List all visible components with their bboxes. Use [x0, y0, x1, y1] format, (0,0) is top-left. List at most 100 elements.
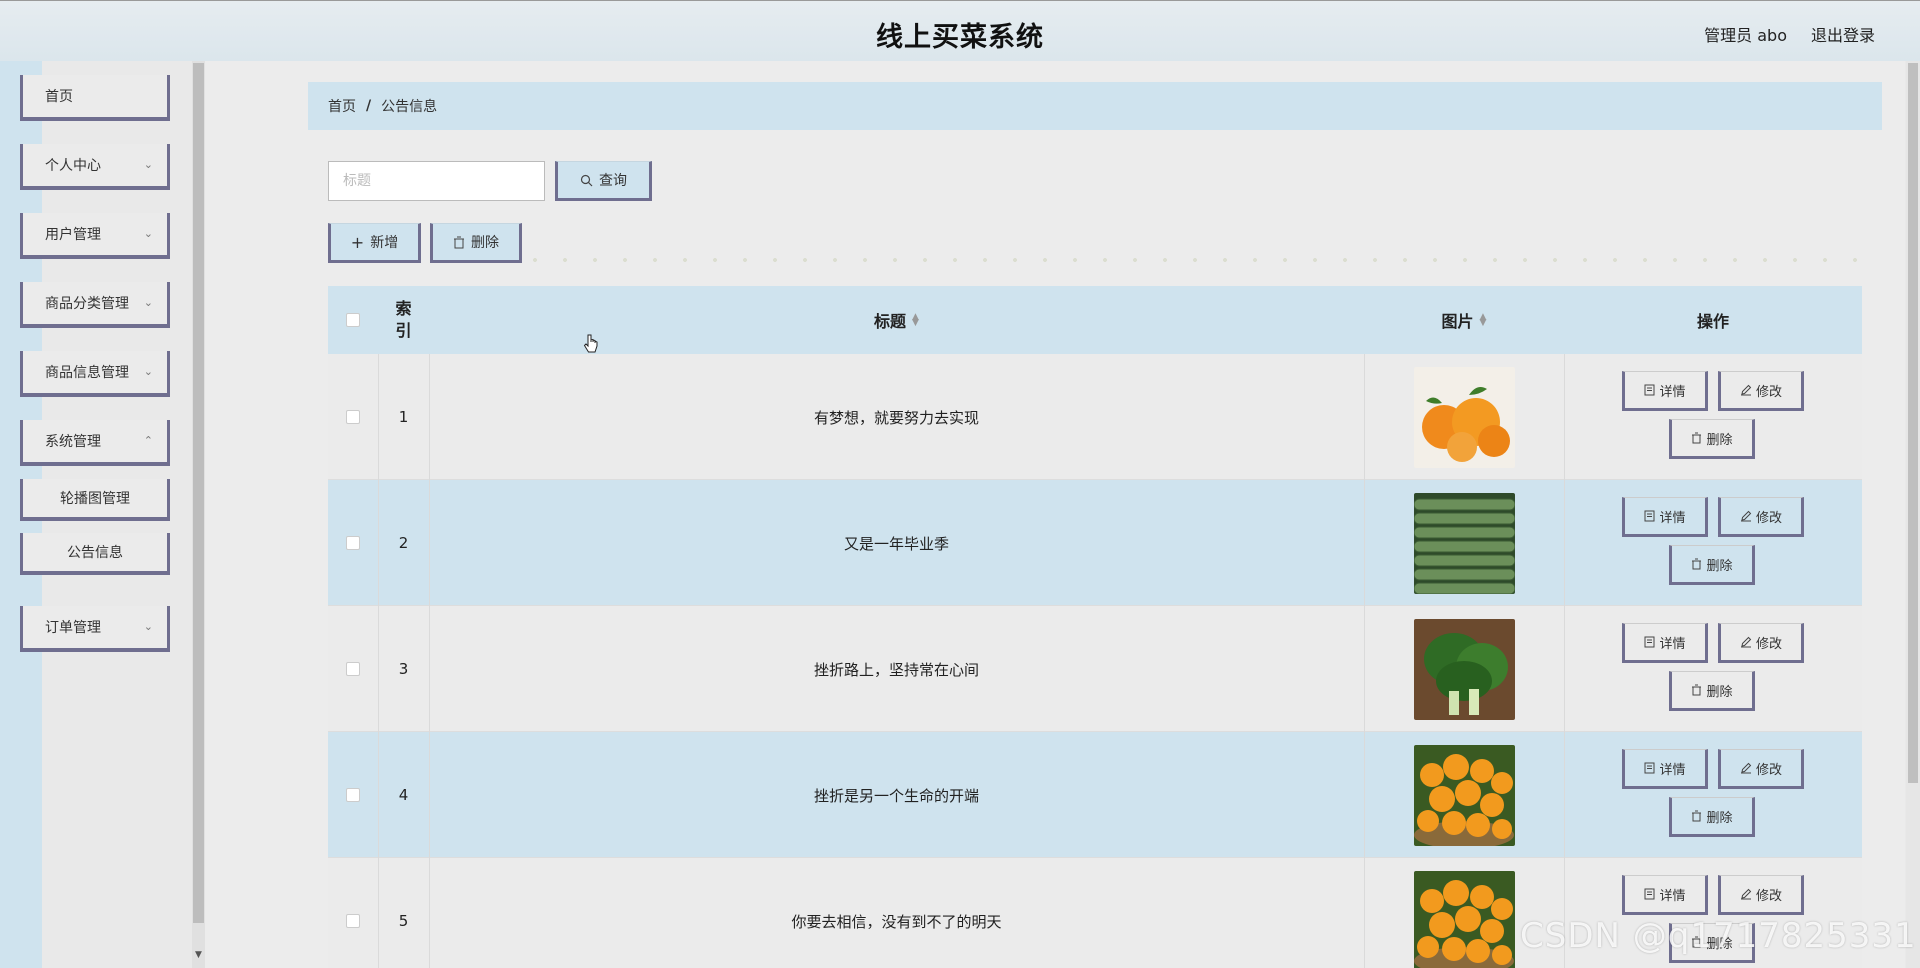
app-title: 线上买菜系统 — [876, 22, 1044, 53]
announcement-table: 索引 标题 ▲ ▼ 图片 ▲ ▼ 操作 1 有梦想，就要努力去实现 详情 修改 … — [328, 286, 1862, 968]
orange-basket-icon[interactable] — [1413, 744, 1515, 846]
sidebar-item-label: 用户管理 — [45, 227, 101, 243]
sidebar-subitem-announcements[interactable]: 公告信息 — [20, 533, 170, 575]
sidebar-item-user-management[interactable]: 用户管理 ⌄ — [20, 213, 170, 259]
bulk-delete-label: 删除 — [471, 235, 499, 251]
row-title: 又是一年毕业季 — [843, 534, 949, 553]
column-header-title[interactable]: 标题 ▲ ▼ — [429, 286, 1364, 354]
watermark: CSDN @q1717825331 — [1520, 916, 1917, 956]
detail-button-label: 详情 — [1659, 762, 1686, 778]
row-delete-label: 删除 — [1706, 684, 1733, 700]
chevron-down-icon: ⌄ — [143, 620, 153, 633]
query-button[interactable]: 查询 — [555, 161, 652, 201]
edit-button[interactable]: 修改 — [1718, 371, 1804, 411]
cucumbers-icon[interactable] — [1413, 492, 1515, 594]
breadcrumb-home[interactable]: 首页 — [328, 96, 356, 116]
row-index: 3 — [398, 660, 409, 678]
row-delete-button[interactable]: 删除 — [1669, 419, 1755, 459]
row-delete-label: 删除 — [1706, 432, 1733, 448]
sidebar-item-product-management[interactable]: 商品信息管理 ⌄ — [20, 351, 170, 397]
greens-icon[interactable] — [1413, 618, 1515, 720]
sidebar-item-label: 个人中心 — [45, 158, 101, 174]
row-checkbox[interactable] — [346, 536, 360, 550]
decorative-dots — [520, 257, 1880, 263]
detail-button[interactable]: 详情 — [1622, 749, 1708, 789]
column-header-index: 索引 — [395, 299, 412, 340]
sort-icon[interactable]: ▲ ▼ — [1480, 313, 1487, 328]
query-button-label: 查询 — [599, 173, 627, 189]
row-image-cell — [1364, 354, 1564, 480]
breadcrumb-separator: / — [366, 98, 372, 114]
row-checkbox[interactable] — [346, 788, 360, 802]
pencil-icon — [1740, 762, 1752, 774]
row-checkbox[interactable] — [346, 662, 360, 676]
oranges-icon[interactable] — [1413, 366, 1515, 468]
sidebar-item-label: 首页 — [45, 89, 73, 105]
row-image-cell — [1364, 732, 1564, 858]
sidebar-item-personal-center[interactable]: 个人中心 ⌄ — [20, 144, 170, 190]
edit-button[interactable]: 修改 — [1718, 749, 1804, 789]
trash-icon — [1692, 684, 1702, 696]
edit-button[interactable]: 修改 — [1718, 497, 1804, 537]
document-icon — [1644, 762, 1655, 774]
add-button[interactable]: + 新增 — [328, 223, 421, 263]
detail-button-label: 详情 — [1659, 888, 1686, 904]
row-image-cell — [1364, 606, 1564, 732]
row-delete-button[interactable]: 删除 — [1669, 671, 1755, 711]
plus-icon: + — [350, 232, 365, 252]
table-row: 1 有梦想，就要努力去实现 详情 修改 删除 — [328, 354, 1862, 480]
sort-icon[interactable]: ▲ ▼ — [912, 313, 919, 328]
row-delete-button[interactable]: 删除 — [1669, 797, 1755, 837]
admin-user-label[interactable]: 管理员 abo — [1704, 22, 1787, 46]
sidebar-item-system-management[interactable]: 系统管理 ⌃ — [20, 420, 170, 466]
row-index: 1 — [398, 408, 409, 426]
document-icon — [1644, 510, 1655, 522]
edit-button-label: 修改 — [1755, 636, 1782, 652]
page-scrollbar-thumb[interactable] — [1908, 63, 1918, 783]
row-delete-button[interactable]: 删除 — [1669, 545, 1755, 585]
column-header-image[interactable]: 图片 ▲ ▼ — [1364, 286, 1564, 354]
row-image-cell — [1364, 480, 1564, 606]
edit-button[interactable]: 修改 — [1718, 875, 1804, 915]
row-select-cell — [328, 354, 378, 480]
edit-button[interactable]: 修改 — [1718, 623, 1804, 663]
trash-icon — [1692, 432, 1702, 444]
edit-button-label: 修改 — [1755, 762, 1782, 778]
table-row: 3 挫折路上，坚持常在心间 详情 修改 删除 — [328, 606, 1862, 732]
sidebar-subitem-carousel[interactable]: 轮播图管理 — [20, 479, 170, 521]
detail-button[interactable]: 详情 — [1622, 623, 1708, 663]
sidebar-subitem-label: 公告信息 — [67, 545, 123, 561]
sidebar-item-order-management[interactable]: 订单管理 ⌄ — [20, 606, 170, 652]
detail-button-label: 详情 — [1659, 510, 1686, 526]
row-select-cell — [328, 606, 378, 732]
bulk-delete-button[interactable]: 删除 — [430, 223, 522, 263]
orange-basket-icon[interactable] — [1413, 870, 1515, 968]
title-search-input[interactable] — [328, 161, 545, 201]
sidebar-item-home[interactable]: 首页 — [20, 75, 170, 121]
chevron-down-icon: ⌄ — [143, 296, 153, 309]
pencil-icon — [1740, 510, 1752, 522]
row-checkbox[interactable] — [346, 914, 360, 928]
row-title: 挫折路上，坚持常在心间 — [813, 660, 979, 679]
trash-icon — [1692, 810, 1702, 822]
row-checkbox[interactable] — [346, 410, 360, 424]
breadcrumb-current: 公告信息 — [381, 99, 438, 115]
trash-icon — [1692, 558, 1702, 570]
search-icon — [580, 174, 593, 186]
row-delete-label: 删除 — [1706, 810, 1733, 826]
sidebar-item-category-management[interactable]: 商品分类管理 ⌄ — [20, 282, 170, 328]
table-header: 索引 标题 ▲ ▼ 图片 ▲ ▼ 操作 — [328, 286, 1862, 354]
chevron-down-icon: ⌄ — [143, 227, 153, 240]
detail-button[interactable]: 详情 — [1622, 497, 1708, 537]
sidebar-scrollbar-thumb[interactable] — [193, 63, 204, 923]
detail-button[interactable]: 详情 — [1622, 875, 1708, 915]
pencil-icon — [1740, 636, 1752, 648]
scroll-down-arrow-icon[interactable]: ▼ — [193, 950, 204, 964]
row-select-cell — [328, 858, 378, 968]
chevron-down-icon: ⌄ — [143, 365, 153, 378]
select-all-cell — [328, 286, 378, 354]
detail-button[interactable]: 详情 — [1622, 371, 1708, 411]
select-all-checkbox[interactable] — [346, 313, 360, 327]
sidebar-item-label: 商品分类管理 — [45, 296, 129, 312]
logout-link[interactable]: 退出登录 — [1811, 22, 1875, 46]
